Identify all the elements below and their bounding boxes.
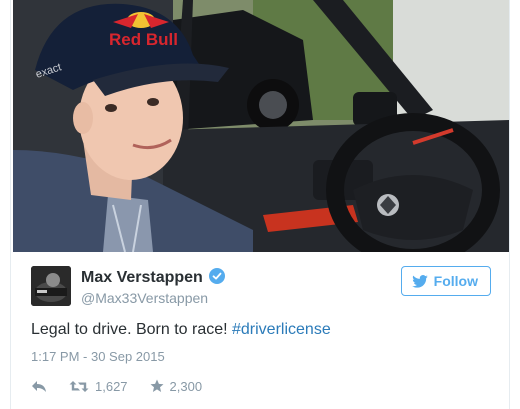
- tweet-photo[interactable]: Red Bull exact: [13, 0, 509, 252]
- twitter-bird-icon: [411, 274, 428, 288]
- retweet-icon: [69, 380, 89, 392]
- avatar[interactable]: [31, 266, 71, 306]
- verified-badge-icon: [208, 268, 225, 284]
- retweet-button[interactable]: 1,627: [69, 379, 128, 394]
- tweet-text: Legal to drive. Born to race! #driverlic…: [31, 321, 491, 339]
- like-button[interactable]: 2,300: [150, 378, 203, 394]
- tweet-timestamp[interactable]: 1:17 PM - 30 Sep 2015: [31, 349, 165, 364]
- hashtag-link[interactable]: #driverlicense: [232, 321, 331, 338]
- car-selfie-image: Red Bull exact: [13, 0, 509, 252]
- reply-icon: [32, 380, 46, 392]
- star-icon: [150, 379, 164, 392]
- reply-button[interactable]: [31, 380, 47, 393]
- follow-button[interactable]: Follow: [400, 266, 491, 296]
- user-name[interactable]: Max Verstappen: [81, 268, 225, 287]
- tweet-card: Red Bull exact Max Verstappen @Max33Vers…: [10, 0, 510, 409]
- retweet-count: 1,627: [95, 378, 128, 394]
- tweet-header: Max Verstappen @Max33Verstappen Follow: [31, 266, 491, 308]
- tweet-body: Legal to drive. Born to race!: [31, 321, 232, 338]
- tweet-actions: 1,627 2,300: [31, 375, 202, 397]
- user-name-text: Max Verstappen: [81, 269, 203, 286]
- follow-label: Follow: [433, 273, 478, 289]
- like-count: 2,300: [169, 378, 203, 394]
- user-handle[interactable]: @Max33Verstappen: [81, 290, 208, 306]
- cap-redbull-text: Red Bull: [109, 30, 178, 49]
